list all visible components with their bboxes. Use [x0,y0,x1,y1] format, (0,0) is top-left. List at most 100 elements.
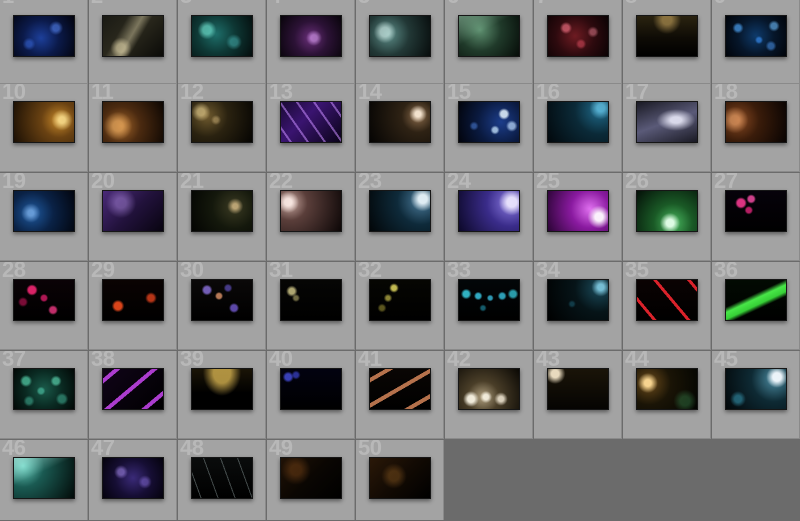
thumbnail-image[interactable] [636,368,698,410]
thumbnail-image[interactable] [369,101,431,143]
thumbnail-image[interactable] [13,368,75,410]
thumbnail-image[interactable] [13,190,75,232]
thumbnail-image[interactable] [547,279,609,321]
grid-cell[interactable]: 49 [267,440,355,520]
grid-cell[interactable]: 20 [89,173,177,261]
grid-cell[interactable]: 1 [0,0,88,84]
thumbnail-image[interactable] [725,190,787,232]
grid-cell[interactable]: 44 [623,351,711,439]
grid-cell[interactable]: 37 [0,351,88,439]
grid-cell[interactable]: 50 [356,440,444,520]
thumbnail-image[interactable] [191,101,253,143]
thumbnail-image[interactable] [102,15,164,57]
grid-cell[interactable]: 11 [89,84,177,172]
grid-cell[interactable]: 36 [712,262,800,350]
thumbnail-image[interactable] [102,101,164,143]
grid-cell[interactable]: 16 [534,84,622,172]
grid-cell[interactable]: 39 [178,351,266,439]
thumbnail-image[interactable] [725,279,787,321]
grid-cell[interactable]: 7 [534,0,622,84]
grid-cell[interactable]: 33 [445,262,533,350]
thumbnail-image[interactable] [191,457,253,499]
thumbnail-image[interactable] [547,190,609,232]
grid-cell[interactable]: 34 [534,262,622,350]
thumbnail-image[interactable] [191,279,253,321]
grid-cell[interactable]: 45 [712,351,800,439]
grid-cell[interactable]: 29 [89,262,177,350]
grid-cell[interactable]: 15 [445,84,533,172]
grid-cell[interactable]: 42 [445,351,533,439]
thumbnail-image[interactable] [636,279,698,321]
grid-cell[interactable]: 35 [623,262,711,350]
grid-cell[interactable]: 6 [445,0,533,84]
thumbnail-image[interactable] [102,368,164,410]
grid-cell[interactable]: 10 [0,84,88,172]
thumbnail-image[interactable] [547,368,609,410]
thumbnail-image[interactable] [725,101,787,143]
thumbnail-image[interactable] [636,190,698,232]
grid-cell[interactable]: 46 [0,440,88,520]
thumbnail-image[interactable] [458,190,520,232]
thumbnail-image[interactable] [280,101,342,143]
grid-cell[interactable]: 38 [89,351,177,439]
thumbnail-image[interactable] [369,15,431,57]
thumbnail-image[interactable] [280,279,342,321]
thumbnail-image[interactable] [280,457,342,499]
thumbnail-image[interactable] [13,15,75,57]
grid-cell[interactable]: 5 [356,0,444,84]
grid-cell[interactable]: 41 [356,351,444,439]
grid-cell[interactable]: 3 [178,0,266,84]
thumbnail-image[interactable] [369,368,431,410]
thumbnail-image[interactable] [102,457,164,499]
grid-cell[interactable]: 12 [178,84,266,172]
thumbnail-image[interactable] [458,101,520,143]
thumbnail-image[interactable] [369,457,431,499]
grid-cell[interactable]: 9 [712,0,800,84]
thumbnail-image[interactable] [458,15,520,57]
thumbnail-image[interactable] [102,279,164,321]
thumbnail-image[interactable] [458,279,520,321]
grid-cell[interactable]: 25 [534,173,622,261]
grid-cell[interactable]: 14 [356,84,444,172]
grid-cell[interactable]: 19 [0,173,88,261]
grid-cell[interactable]: 23 [356,173,444,261]
thumbnail-image[interactable] [13,457,75,499]
thumbnail-image[interactable] [280,368,342,410]
grid-cell[interactable]: 17 [623,84,711,172]
thumbnail-image[interactable] [280,190,342,232]
thumbnail-image[interactable] [191,15,253,57]
thumbnail-image[interactable] [636,101,698,143]
thumbnail-image[interactable] [102,190,164,232]
thumbnail-image[interactable] [13,101,75,143]
grid-cell[interactable]: 43 [534,351,622,439]
thumbnail-image[interactable] [191,368,253,410]
grid-cell[interactable]: 13 [267,84,355,172]
thumbnail-image[interactable] [547,15,609,57]
thumbnail-image[interactable] [280,15,342,57]
thumbnail-image[interactable] [191,190,253,232]
thumbnail-image[interactable] [547,101,609,143]
grid-cell[interactable]: 32 [356,262,444,350]
grid-cell[interactable]: 24 [445,173,533,261]
grid-cell[interactable]: 8 [623,0,711,84]
grid-cell[interactable]: 47 [89,440,177,520]
thumbnail-image[interactable] [369,190,431,232]
thumbnail-image[interactable] [13,279,75,321]
thumbnail-image[interactable] [725,368,787,410]
grid-cell[interactable]: 21 [178,173,266,261]
grid-cell[interactable]: 30 [178,262,266,350]
grid-cell[interactable]: 40 [267,351,355,439]
grid-cell[interactable]: 48 [178,440,266,520]
grid-cell[interactable]: 28 [0,262,88,350]
grid-cell[interactable]: 27 [712,173,800,261]
thumbnail-image[interactable] [369,279,431,321]
grid-cell[interactable]: 31 [267,262,355,350]
thumbnail-image[interactable] [458,368,520,410]
thumbnail-image[interactable] [636,15,698,57]
grid-cell[interactable]: 22 [267,173,355,261]
grid-cell[interactable]: 4 [267,0,355,84]
grid-cell[interactable]: 2 [89,0,177,84]
grid-cell[interactable]: 18 [712,84,800,172]
grid-cell[interactable]: 26 [623,173,711,261]
thumbnail-image[interactable] [725,15,787,57]
